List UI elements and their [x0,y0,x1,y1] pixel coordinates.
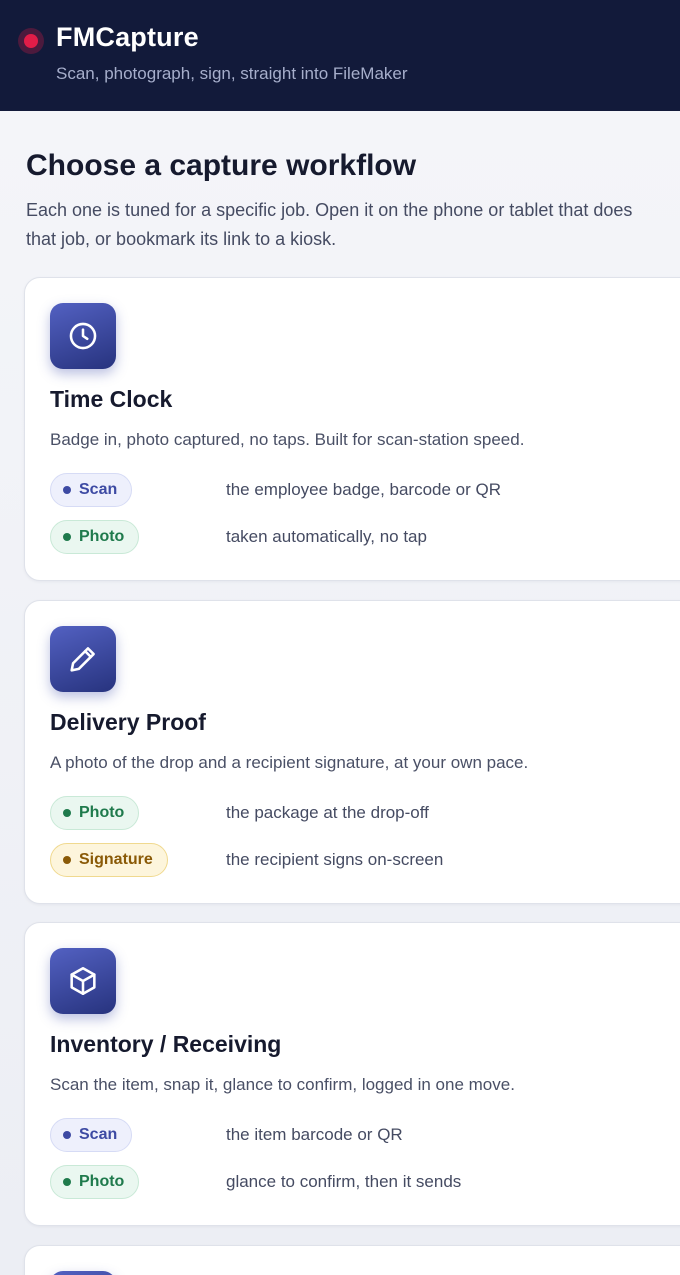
step-text: glance to confirm, then it sends [226,1172,462,1191]
page-title: Choose a capture workflow [26,149,417,182]
workflow-step: Scan the employee badge, barcode or QR [50,473,680,507]
workflow-icon-tile [50,303,116,369]
app-header: FMCapture Scan, photograph, sign, straig… [0,0,680,111]
workflow-step: Signature the recipient signs on-screen [50,843,680,877]
tag-label: Photo [79,804,125,821]
record-dot-icon [18,28,44,54]
workflow-icon-tile [50,948,116,1014]
scan-tag: Scan [50,473,133,507]
workflow-card-next[interactable] [24,1245,680,1275]
photo-tag: Photo [50,520,140,554]
clock-icon [69,322,97,350]
tag-label: Signature [79,851,153,868]
workflow-title: Delivery Proof [50,709,206,735]
step-text: the employee badge, barcode or QR [226,480,502,499]
step-text: taken automatically, no tap [226,527,427,546]
step-text: the item barcode or QR [226,1125,403,1144]
signature-tag: Signature [50,843,168,877]
workflow-step: Photo taken automatically, no tap [50,520,680,554]
workflow-title: Inventory / Receiving [50,1031,282,1057]
tag-label: Photo [79,1173,125,1190]
dot-icon [63,486,71,494]
page-intro: Each one is tuned for a specific job. Op… [26,200,633,249]
scan-tag: Scan [50,1118,133,1152]
tag-label: Scan [79,481,118,498]
tag-label: Scan [79,1126,118,1143]
workflow-description: Scan the item, snap it, glance to confir… [50,1075,515,1094]
dot-icon [63,1178,71,1186]
app-subtitle: Scan, photograph, sign, straight into Fi… [56,64,408,83]
dot-icon [63,1131,71,1139]
workflow-icon-tile [50,1271,116,1275]
photo-tag: Photo [50,796,140,830]
box-icon [70,966,96,996]
workflow-icon-tile [50,626,116,692]
pencil-icon [70,647,95,672]
workflow-title: Time Clock [50,386,173,412]
dot-icon [63,809,71,817]
photo-tag: Photo [50,1165,140,1199]
app-title: FMCapture [56,22,199,52]
tag-label: Photo [79,528,125,545]
step-text: the package at the drop-off [226,803,429,822]
workflow-card-time-clock[interactable]: Time Clock Badge in, photo captured, no … [24,277,680,581]
dot-icon [63,533,71,541]
workflow-description: A photo of the drop and a recipient sign… [50,753,529,772]
workflow-step: Photo the package at the drop-off [50,796,680,830]
workflow-card-delivery-proof[interactable]: Delivery Proof A photo of the drop and a… [24,600,680,904]
workflow-description: Badge in, photo captured, no taps. Built… [50,430,525,449]
dot-icon [63,856,71,864]
main-content: Choose a capture workflow Each one is tu… [0,111,680,1275]
workflow-card-inventory-receiving[interactable]: Inventory / Receiving Scan the item, sna… [24,922,680,1226]
workflow-step: Scan the item barcode or QR [50,1118,680,1152]
step-text: the recipient signs on-screen [226,850,444,869]
workflow-step: Photo glance to confirm, then it sends [50,1165,680,1199]
